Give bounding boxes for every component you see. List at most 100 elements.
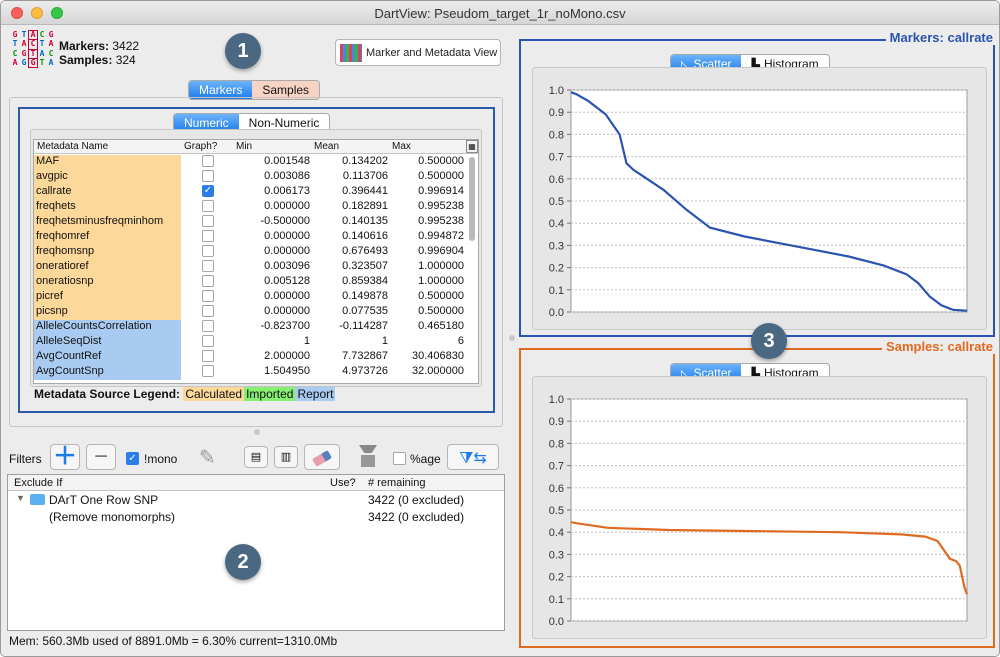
- graph-checkbox[interactable]: [202, 260, 214, 272]
- y-tick-label: 1.0: [549, 394, 564, 406]
- table-row[interactable]: AlleleCountsCorrelation -0.823700 -0.11428…: [34, 319, 478, 335]
- remove-filter-button[interactable]: −: [86, 444, 116, 470]
- graph-checkbox[interactable]: [202, 290, 214, 302]
- grid-logo-icon: [340, 43, 362, 62]
- max-cell: 0.465180: [418, 320, 464, 332]
- graph-checkbox[interactable]: [202, 170, 214, 182]
- y-tick-label: 0.1: [549, 285, 564, 297]
- col-graph[interactable]: Graph?: [184, 141, 217, 152]
- mono-checkbox[interactable]: ✓: [126, 452, 139, 465]
- add-filter-button[interactable]: ＋: [50, 444, 80, 470]
- max-cell: 1.000000: [418, 260, 464, 272]
- metadata-name-cell: avgpic: [34, 170, 181, 185]
- col-exclude-if[interactable]: Exclude If: [14, 477, 62, 489]
- table-row[interactable]: freqhomsnp 0.000000 0.676493 0.996904: [34, 244, 478, 260]
- filter-export-button[interactable]: ⧩⇆: [447, 444, 499, 470]
- graph-checkbox[interactable]: [202, 320, 214, 332]
- markers-value: 3422: [112, 39, 140, 53]
- graph-checkbox[interactable]: [202, 155, 214, 167]
- table-row[interactable]: AvgCountSnp 1.504950 4.973726 32.000000: [34, 364, 478, 380]
- y-tick-label: 0.3: [549, 240, 564, 252]
- col-mean[interactable]: Mean: [314, 141, 339, 152]
- table-row[interactable]: picref 0.000000 0.149878 0.500000: [34, 289, 478, 305]
- graph-checkbox[interactable]: [202, 365, 214, 377]
- table-row[interactable]: avgpic 0.003086 0.113706 0.500000: [34, 169, 478, 185]
- graph-checkbox[interactable]: [202, 245, 214, 257]
- metadata-name-cell: AlleleCountsCorrelation: [34, 320, 181, 335]
- table-row[interactable]: oneratiosnp 0.005128 0.859384 1.000000: [34, 274, 478, 290]
- min-cell: 0.006173: [264, 185, 310, 197]
- expand-button[interactable]: ▥: [274, 446, 298, 468]
- table-row[interactable]: freqhets 0.000000 0.182891 0.995238: [34, 199, 478, 215]
- y-tick-label: 0.2: [549, 263, 564, 275]
- filter-item-name[interactable]: DArT One Row SNP: [49, 493, 158, 507]
- col-metadata-name[interactable]: Metadata Name: [37, 141, 108, 152]
- min-cell: 0.000000: [264, 290, 310, 302]
- table-row[interactable]: MAF 0.001548 0.134202 0.500000: [34, 154, 478, 170]
- min-cell: 0.000000: [264, 230, 310, 242]
- max-cell: 0.500000: [418, 290, 464, 302]
- table-row[interactable]: freqhetsminusfreqminhom -0.500000 0.140135…: [34, 214, 478, 230]
- mean-cell: 0.182891: [342, 200, 388, 212]
- plus-icon: ＋: [53, 443, 77, 470]
- graph-checkbox[interactable]: [202, 230, 214, 242]
- graph-checkbox[interactable]: [202, 335, 214, 347]
- col-remaining[interactable]: # remaining: [368, 477, 425, 489]
- collapse-button[interactable]: ▤: [244, 446, 268, 468]
- percentage-checkbox[interactable]: [393, 452, 406, 465]
- metadata-name-cell: freqhetsminusfreqminhom: [34, 215, 181, 230]
- expand-icon: ▥: [280, 451, 292, 463]
- metadata-name-cell: callrate: [34, 185, 181, 200]
- min-cell: 1: [303, 335, 310, 347]
- callout-badge-2: 2: [225, 544, 261, 580]
- vertical-split-handle[interactable]: [509, 335, 515, 341]
- max-cell: 32.000000: [412, 365, 464, 377]
- y-tick-label: 0.5: [549, 196, 564, 208]
- mean-cell: 0.396441: [342, 185, 388, 197]
- table-row[interactable]: callrate ✓ 0.006173 0.396441 0.996914: [34, 184, 478, 200]
- y-tick-label: 0.3: [549, 549, 564, 561]
- metadata-panel: Numeric Non-Numeric Metadata Name Graph?…: [18, 107, 495, 413]
- filter-item-remaining: 3422 (0 excluded): [368, 493, 465, 507]
- column-control-icon[interactable]: ▦: [466, 140, 478, 153]
- edit-pencil-icon[interactable]: ✎: [199, 445, 216, 470]
- min-cell: 1.504950: [264, 365, 310, 377]
- table-row[interactable]: oneratioref 0.003096 0.323507 1.000000: [34, 259, 478, 275]
- clear-filters-button[interactable]: [304, 444, 340, 470]
- graph-checkbox[interactable]: [202, 215, 214, 227]
- mean-cell: 0.134202: [342, 155, 388, 167]
- metadata-name-cell: picsnp: [34, 305, 181, 320]
- graph-checkbox[interactable]: [202, 350, 214, 362]
- graph-checkbox[interactable]: [202, 200, 214, 212]
- graph-checkbox[interactable]: [202, 305, 214, 317]
- apply-filter-icon[interactable]: [353, 443, 383, 471]
- mean-cell: 4.973726: [342, 365, 388, 377]
- marker-metadata-view-button[interactable]: Marker and Metadata View: [335, 39, 501, 66]
- graph-checkbox[interactable]: [202, 275, 214, 287]
- col-use[interactable]: Use?: [330, 477, 356, 489]
- table-row[interactable]: AlleleSeqDist 1 1 6: [34, 334, 478, 350]
- markers-callrate-chart[interactable]: 0.0 0.1 0.2 0.3 0.4 0.5 0.6 0.7 0.8 0.9 1.0: [533, 81, 985, 326]
- split-pane-handle[interactable]: [254, 429, 260, 435]
- filter-item-name[interactable]: (Remove monomorphs): [49, 510, 175, 524]
- folder-icon: [30, 494, 45, 505]
- metadata-source-legend: Metadata Source Legend: Calculated Import…: [34, 387, 336, 401]
- col-max[interactable]: Max: [392, 141, 411, 152]
- collapse-icon: ▤: [250, 451, 262, 463]
- filters-label: Filters: [9, 452, 42, 466]
- callout-badge-3: 3: [751, 323, 787, 359]
- table-row[interactable]: freqhomref 0.000000 0.140616 0.994872: [34, 229, 478, 245]
- table-row[interactable]: picsnp 0.000000 0.077535 0.500000: [34, 304, 478, 320]
- col-min[interactable]: Min: [236, 141, 252, 152]
- y-tick-label: 0.0: [549, 307, 564, 319]
- graph-checkbox[interactable]: ✓: [202, 185, 214, 197]
- max-cell: 0.500000: [418, 155, 464, 167]
- max-cell: 30.406830: [412, 350, 464, 362]
- tree-expand-icon[interactable]: ▼: [16, 493, 25, 503]
- samples-callrate-chart[interactable]: 0.0 0.1 0.2 0.3 0.4 0.5 0.6 0.7 0.8 0.9 1.0: [533, 390, 985, 635]
- metadata-scroll-thumb[interactable]: [469, 157, 475, 241]
- filter-export-icon: ⧩⇆: [459, 450, 487, 467]
- table-row[interactable]: AvgCountRef 2.000000 7.732867 30.406830: [34, 349, 478, 365]
- mean-cell: 7.732867: [342, 350, 388, 362]
- metadata-scrollbar[interactable]: [467, 155, 477, 383]
